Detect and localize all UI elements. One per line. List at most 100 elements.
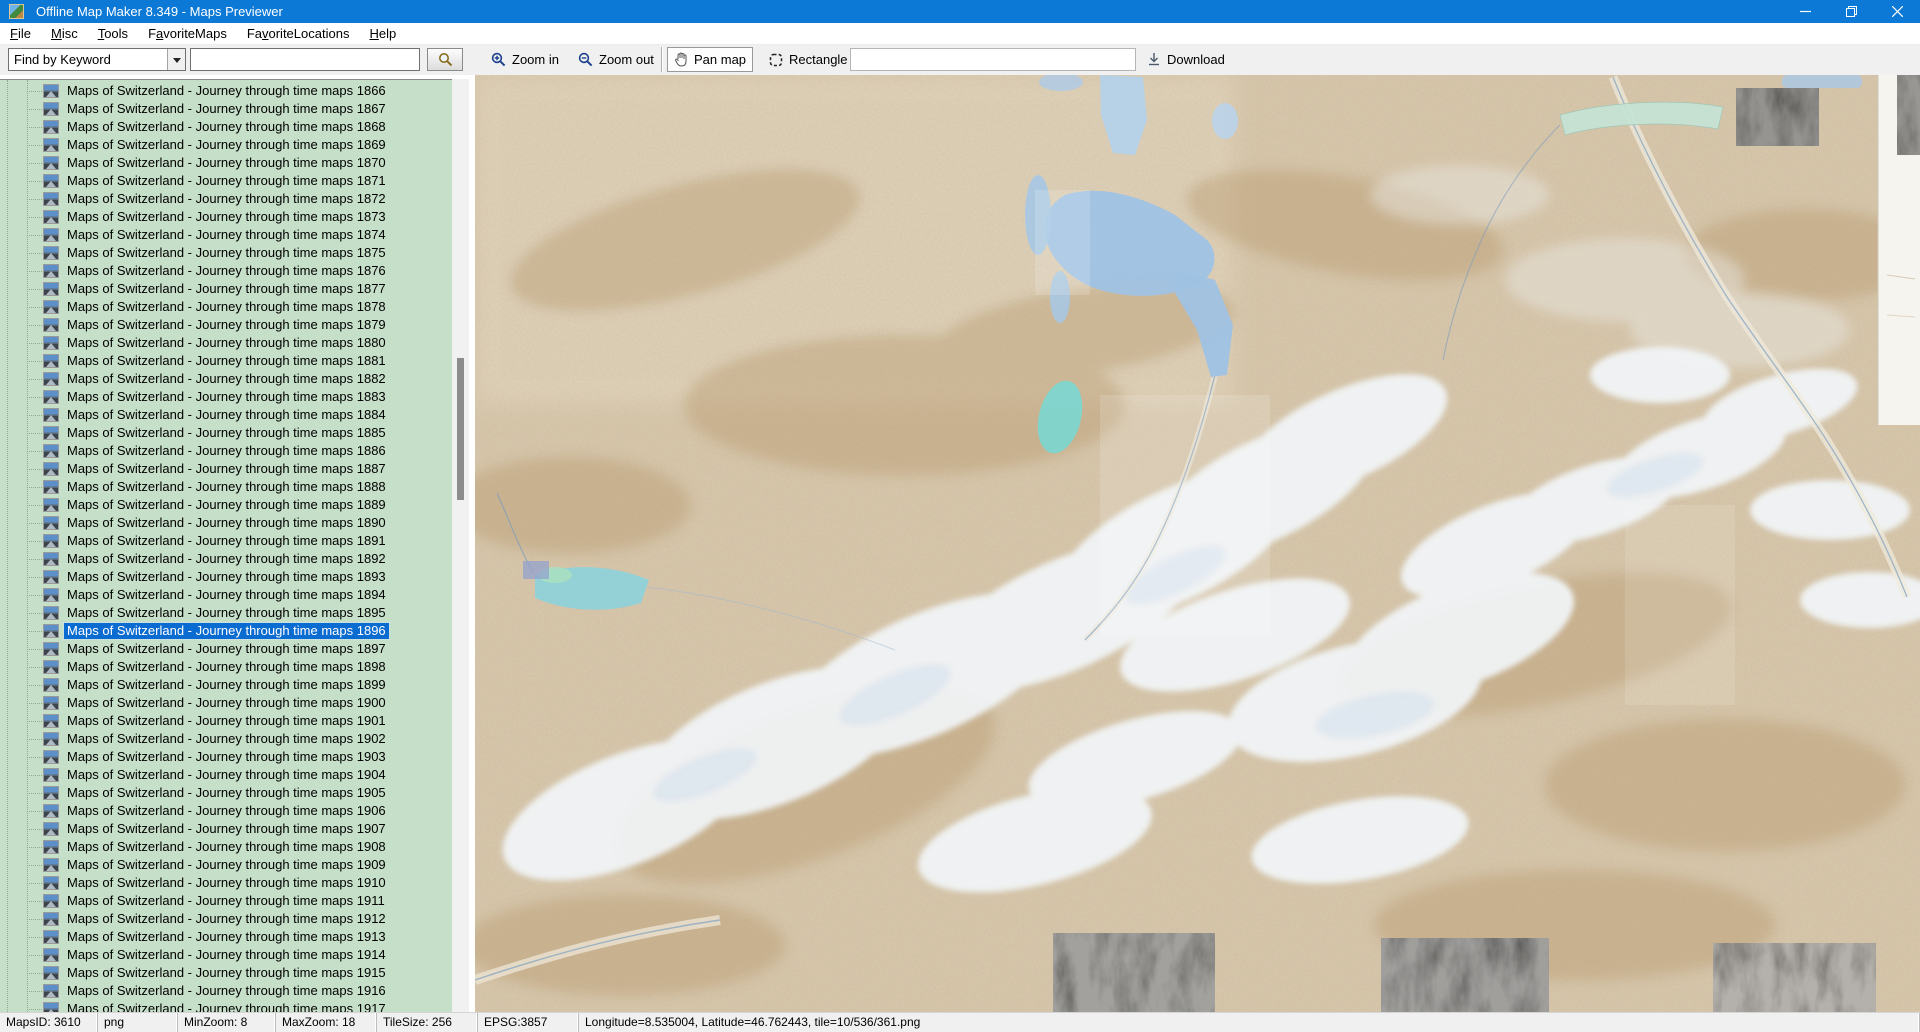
list-item[interactable]: Maps of Switzerland - Journey through ti… [0, 280, 452, 298]
list-item[interactable]: Maps of Switzerland - Journey through ti… [0, 370, 452, 388]
menu-item-misc[interactable]: Misc [41, 23, 88, 44]
close-button[interactable] [1874, 0, 1920, 23]
list-item[interactable]: Maps of Switzerland - Journey through ti… [0, 388, 452, 406]
tree-connector [27, 757, 42, 758]
list-item[interactable]: Maps of Switzerland - Journey through ti… [0, 550, 452, 568]
menu-item-help[interactable]: Help [359, 23, 406, 44]
list-item[interactable]: Maps of Switzerland - Journey through ti… [0, 352, 452, 370]
restore-button[interactable] [1828, 0, 1874, 23]
menu-item-favoritemaps[interactable]: FavoriteMaps [138, 23, 237, 44]
list-item[interactable]: Maps of Switzerland - Journey through ti… [0, 748, 452, 766]
tree-scrollbar-thumb[interactable] [457, 358, 464, 500]
list-item[interactable]: Maps of Switzerland - Journey through ti… [0, 316, 452, 334]
list-item[interactable]: Maps of Switzerland - Journey through ti… [0, 532, 452, 550]
minimize-button[interactable] [1782, 0, 1828, 23]
list-item[interactable]: Maps of Switzerland - Journey through ti… [0, 460, 452, 478]
pan-map-button[interactable]: Pan map [667, 47, 753, 72]
list-item[interactable]: Maps of Switzerland - Journey through ti… [0, 154, 452, 172]
list-item[interactable]: Maps of Switzerland - Journey through ti… [0, 784, 452, 802]
tree-connector [27, 451, 42, 452]
list-item-label: Maps of Switzerland - Journey through ti… [64, 137, 389, 153]
list-item[interactable]: Maps of Switzerland - Journey through ti… [0, 262, 452, 280]
content-area: Maps of Switzerland - Journey through ti… [0, 75, 1920, 1012]
map-thumbnail-icon [43, 462, 59, 476]
keyword-input[interactable] [190, 48, 420, 71]
search-button[interactable] [427, 48, 463, 71]
list-item[interactable]: Maps of Switzerland - Journey through ti… [0, 1000, 452, 1012]
list-item[interactable]: Maps of Switzerland - Journey through ti… [0, 82, 452, 100]
zoom-in-button[interactable]: Zoom in [485, 47, 565, 72]
chevron-down-icon[interactable] [167, 49, 185, 70]
list-item[interactable]: Maps of Switzerland - Journey through ti… [0, 442, 452, 460]
list-item[interactable]: Maps of Switzerland - Journey through ti… [0, 712, 452, 730]
tree-connector [27, 1009, 42, 1010]
list-item[interactable]: Maps of Switzerland - Journey through ti… [0, 622, 452, 640]
menu-item-file[interactable]: File [0, 23, 41, 44]
list-item[interactable]: Maps of Switzerland - Journey through ti… [0, 928, 452, 946]
list-item[interactable]: Maps of Switzerland - Journey through ti… [0, 100, 452, 118]
list-item[interactable]: Maps of Switzerland - Journey through ti… [0, 820, 452, 838]
list-item[interactable]: Maps of Switzerland - Journey through ti… [0, 424, 452, 442]
map-toolbar-input[interactable] [850, 48, 1136, 71]
zoom-out-button[interactable]: Zoom out [572, 47, 660, 72]
list-item-label: Maps of Switzerland - Journey through ti… [64, 335, 389, 351]
tree-connector [27, 703, 42, 704]
zoom-out-label: Zoom out [599, 52, 654, 67]
list-item[interactable]: Maps of Switzerland - Journey through ti… [0, 478, 452, 496]
map-thumbnail-icon [43, 732, 59, 746]
list-item[interactable]: Maps of Switzerland - Journey through ti… [0, 118, 452, 136]
map-viewport[interactable] [475, 75, 1920, 1012]
list-item[interactable]: Maps of Switzerland - Journey through ti… [0, 676, 452, 694]
map-thumbnail-icon [43, 822, 59, 836]
map-thumbnail-icon [43, 498, 59, 512]
list-item[interactable]: Maps of Switzerland - Journey through ti… [0, 226, 452, 244]
list-item[interactable]: Maps of Switzerland - Journey through ti… [0, 514, 452, 532]
tree-scrollbar[interactable] [452, 79, 469, 1012]
list-item[interactable]: Maps of Switzerland - Journey through ti… [0, 244, 452, 262]
list-item[interactable]: Maps of Switzerland - Journey through ti… [0, 406, 452, 424]
download-button[interactable]: Download [1141, 47, 1231, 72]
tree-connector [27, 325, 42, 326]
list-item[interactable]: Maps of Switzerland - Journey through ti… [0, 136, 452, 154]
list-item[interactable]: Maps of Switzerland - Journey through ti… [0, 838, 452, 856]
map-canvas[interactable] [475, 75, 1920, 1012]
list-item[interactable]: Maps of Switzerland - Journey through ti… [0, 856, 452, 874]
list-item[interactable]: Maps of Switzerland - Journey through ti… [0, 910, 452, 928]
list-item[interactable]: Maps of Switzerland - Journey through ti… [0, 892, 452, 910]
status-panel: Longitude=8.535004, Latitude=46.762443, … [579, 1013, 1920, 1032]
menu-item-favoritelocations[interactable]: FavoriteLocations [237, 23, 360, 44]
list-item[interactable]: Maps of Switzerland - Journey through ti… [0, 874, 452, 892]
list-item-label: Maps of Switzerland - Journey through ti… [64, 659, 389, 675]
list-item[interactable]: Maps of Switzerland - Journey through ti… [0, 496, 452, 514]
list-item[interactable]: Maps of Switzerland - Journey through ti… [0, 640, 452, 658]
tree-connector [27, 469, 42, 470]
list-item-label: Maps of Switzerland - Journey through ti… [64, 173, 389, 189]
list-item[interactable]: Maps of Switzerland - Journey through ti… [0, 730, 452, 748]
list-item[interactable]: Maps of Switzerland - Journey through ti… [0, 802, 452, 820]
tree-connector [27, 235, 42, 236]
map-thumbnail-icon [43, 570, 59, 584]
list-item[interactable]: Maps of Switzerland - Journey through ti… [0, 334, 452, 352]
list-item[interactable]: Maps of Switzerland - Journey through ti… [0, 298, 452, 316]
menu-item-tools[interactable]: Tools [88, 23, 138, 44]
list-item[interactable]: Maps of Switzerland - Journey through ti… [0, 190, 452, 208]
list-item[interactable]: Maps of Switzerland - Journey through ti… [0, 694, 452, 712]
tree-connector [27, 559, 42, 560]
tree-connector [27, 127, 42, 128]
list-item[interactable]: Maps of Switzerland - Journey through ti… [0, 604, 452, 622]
list-item[interactable]: Maps of Switzerland - Journey through ti… [0, 982, 452, 1000]
list-item[interactable]: Maps of Switzerland - Journey through ti… [0, 208, 452, 226]
list-item[interactable]: Maps of Switzerland - Journey through ti… [0, 172, 452, 190]
list-item[interactable]: Maps of Switzerland - Journey through ti… [0, 586, 452, 604]
list-item[interactable]: Maps of Switzerland - Journey through ti… [0, 946, 452, 964]
list-item[interactable]: Maps of Switzerland - Journey through ti… [0, 964, 452, 982]
minimize-icon [1800, 6, 1811, 17]
list-item[interactable]: Maps of Switzerland - Journey through ti… [0, 658, 452, 676]
list-item[interactable]: Maps of Switzerland - Journey through ti… [0, 766, 452, 784]
map-thumbnail-icon [43, 318, 59, 332]
list-item[interactable]: Maps of Switzerland - Journey through ti… [0, 568, 452, 586]
map-thumbnail-icon [43, 966, 59, 980]
rectangle-button[interactable]: Rectangle [763, 47, 854, 72]
list-item-label: Maps of Switzerland - Journey through ti… [64, 83, 389, 99]
find-mode-combobox[interactable]: Find by Keyword [8, 48, 186, 71]
